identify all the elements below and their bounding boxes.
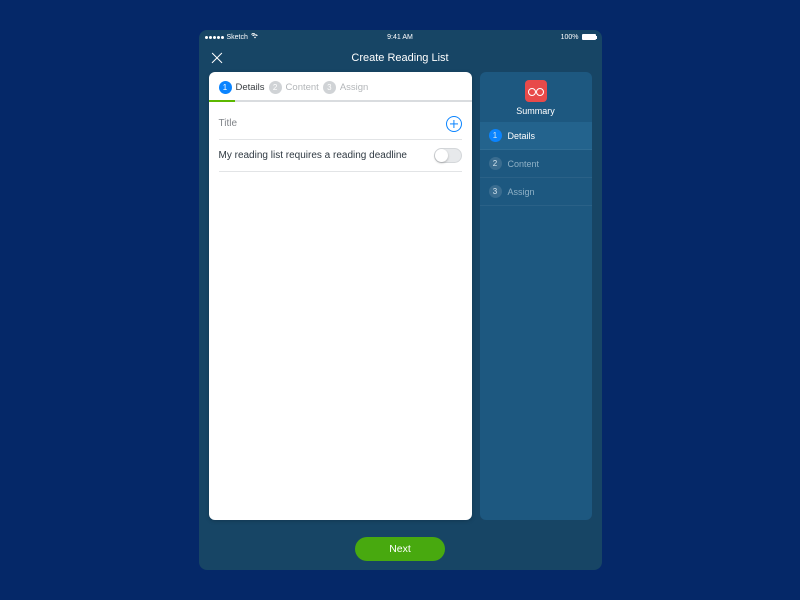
step-number: 2 [269, 81, 282, 94]
battery-icon [582, 34, 596, 40]
summary-app-icon [525, 80, 547, 102]
summary-item-content[interactable]: 2 Content [480, 150, 592, 178]
next-button[interactable]: Next [355, 537, 445, 561]
deadline-toggle[interactable] [434, 148, 462, 163]
carrier-label: Sketch [227, 34, 248, 41]
summary-item-label: Content [508, 159, 540, 169]
summary-item-label: Assign [508, 187, 535, 197]
glasses-icon [528, 87, 544, 95]
summary-item-number: 2 [489, 157, 502, 170]
body-area: 1 Details 2 Content 3 Assign Title [199, 72, 602, 528]
summary-title: Summary [480, 106, 592, 116]
step-assign[interactable]: 3 Assign [323, 81, 369, 94]
progress-bar [209, 100, 472, 102]
status-right: 100% [413, 34, 596, 41]
form-fields: Title My reading list requires a reading… [209, 102, 472, 178]
summary-item-number: 1 [489, 129, 502, 142]
tablet-frame: Sketch 9:41 AM 100% Create Reading List … [199, 30, 602, 570]
signal-dots-icon [205, 36, 224, 39]
summary-item-label: Details [508, 131, 536, 141]
main-card: 1 Details 2 Content 3 Assign Title [209, 72, 472, 520]
summary-item-details[interactable]: 1 Details [480, 122, 592, 150]
deadline-field-row: My reading list requires a reading deadl… [219, 140, 462, 172]
page-title: Create Reading List [351, 52, 448, 64]
step-label: Content [286, 82, 319, 93]
status-bar: Sketch 9:41 AM 100% [199, 30, 602, 44]
step-number: 3 [323, 81, 336, 94]
step-label: Details [236, 82, 265, 93]
step-indicator: 1 Details 2 Content 3 Assign [209, 72, 472, 100]
deadline-label: My reading list requires a reading deadl… [219, 150, 434, 161]
battery-pct-label: 100% [561, 34, 579, 41]
footer: Next [199, 528, 602, 570]
summary-item-assign[interactable]: 3 Assign [480, 178, 592, 206]
nav-bar: Create Reading List [199, 44, 602, 72]
summary-panel: Summary 1 Details 2 Content 3 Assign [480, 72, 592, 520]
status-left: Sketch [205, 33, 388, 41]
step-content[interactable]: 2 Content [269, 81, 319, 94]
plus-icon[interactable] [446, 116, 462, 132]
step-details[interactable]: 1 Details [219, 81, 265, 94]
title-label: Title [219, 118, 446, 129]
wifi-icon [251, 33, 259, 41]
step-number: 1 [219, 81, 232, 94]
progress-fill [209, 100, 235, 102]
title-field-row[interactable]: Title [219, 108, 462, 140]
toggle-knob [435, 149, 448, 162]
step-label: Assign [340, 82, 369, 93]
close-icon[interactable] [209, 50, 225, 66]
status-time: 9:41 AM [387, 34, 413, 41]
summary-item-number: 3 [489, 185, 502, 198]
